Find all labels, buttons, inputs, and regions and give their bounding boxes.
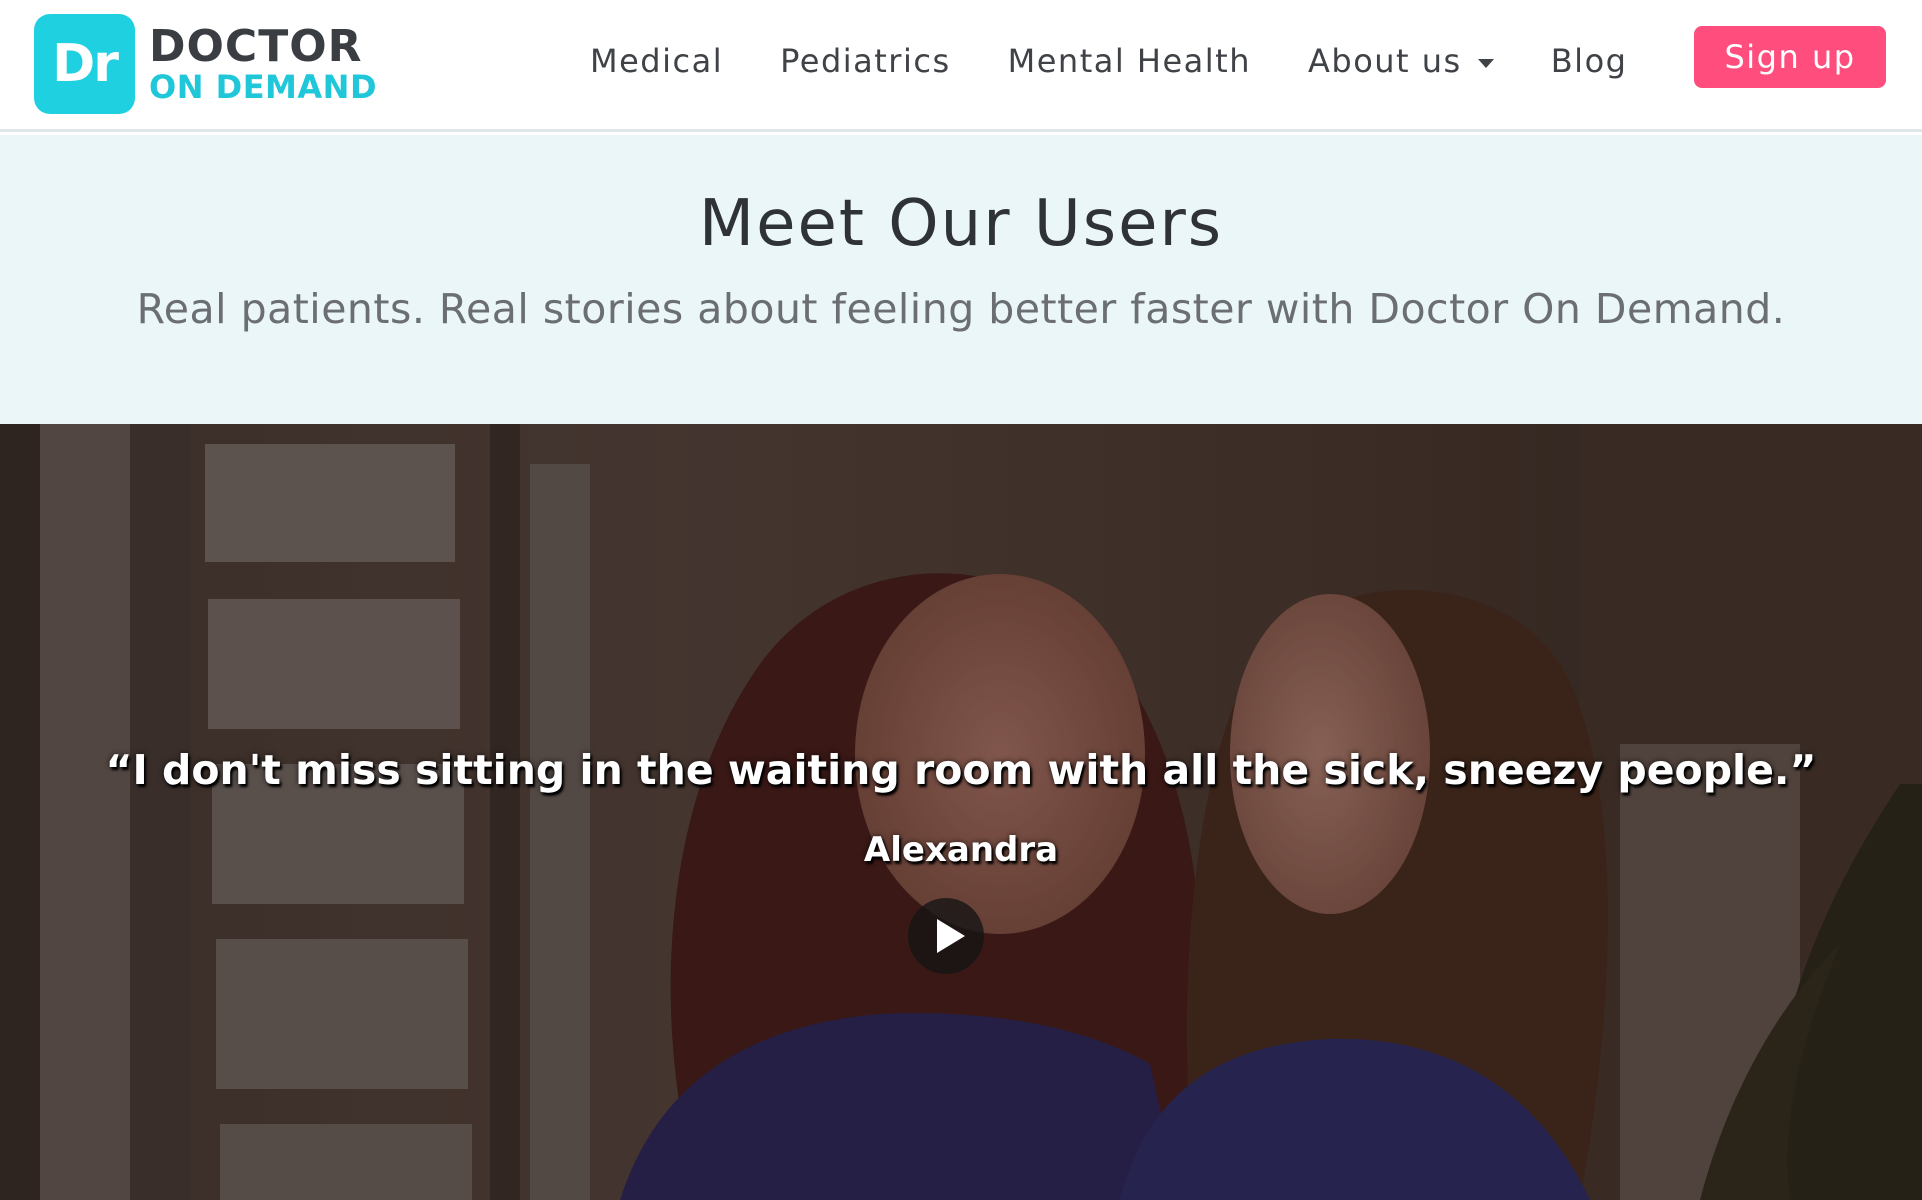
nav-blog-label: Blog	[1550, 42, 1628, 80]
logo-name-top: DOCTOR	[149, 21, 363, 72]
nav-about-us-dropdown[interactable]: About us	[1308, 42, 1494, 80]
video-overlay	[0, 424, 1922, 1200]
nav-medical-label: Medical	[590, 42, 724, 80]
page-subtitle: Real patients. Real stories about feelin…	[136, 285, 1786, 333]
play-video-button[interactable]	[908, 898, 984, 974]
nav-about-us-label: About us	[1307, 42, 1462, 80]
testimonial-video[interactable]: “I don't miss sitting in the waiting roo…	[0, 424, 1922, 1200]
testimonial-author: Alexandra	[863, 830, 1059, 870]
nav-blog[interactable]: Blog	[1551, 42, 1628, 80]
caret-down-icon	[1477, 58, 1494, 68]
brand-logo[interactable]: Dr DOCTOR ON DEMAND	[34, 14, 377, 114]
site-header: Dr DOCTOR ON DEMAND Medical Pediatrics M…	[0, 0, 1922, 132]
main-nav: Medical Pediatrics Mental Health About u…	[590, 0, 1684, 122]
logo-wordmark: DOCTOR ON DEMAND	[149, 21, 377, 106]
logo-badge: Dr	[34, 14, 135, 114]
testimonial-quote: “I don't miss sitting in the waiting roo…	[105, 746, 1817, 794]
nav-pediatrics[interactable]: Pediatrics	[780, 42, 951, 80]
play-icon	[937, 919, 965, 953]
nav-pediatrics-label: Pediatrics	[780, 42, 951, 80]
intro-section: Meet Our Users Real patients. Real stori…	[0, 135, 1922, 424]
page-title: Meet Our Users	[698, 187, 1224, 261]
sign-up-button[interactable]: Sign up	[1694, 26, 1886, 88]
logo-name-bottom: ON DEMAND	[149, 68, 377, 106]
nav-mental-health[interactable]: Mental Health	[1008, 42, 1251, 80]
nav-mental-health-label: Mental Health	[1007, 42, 1251, 80]
nav-medical[interactable]: Medical	[590, 42, 723, 80]
